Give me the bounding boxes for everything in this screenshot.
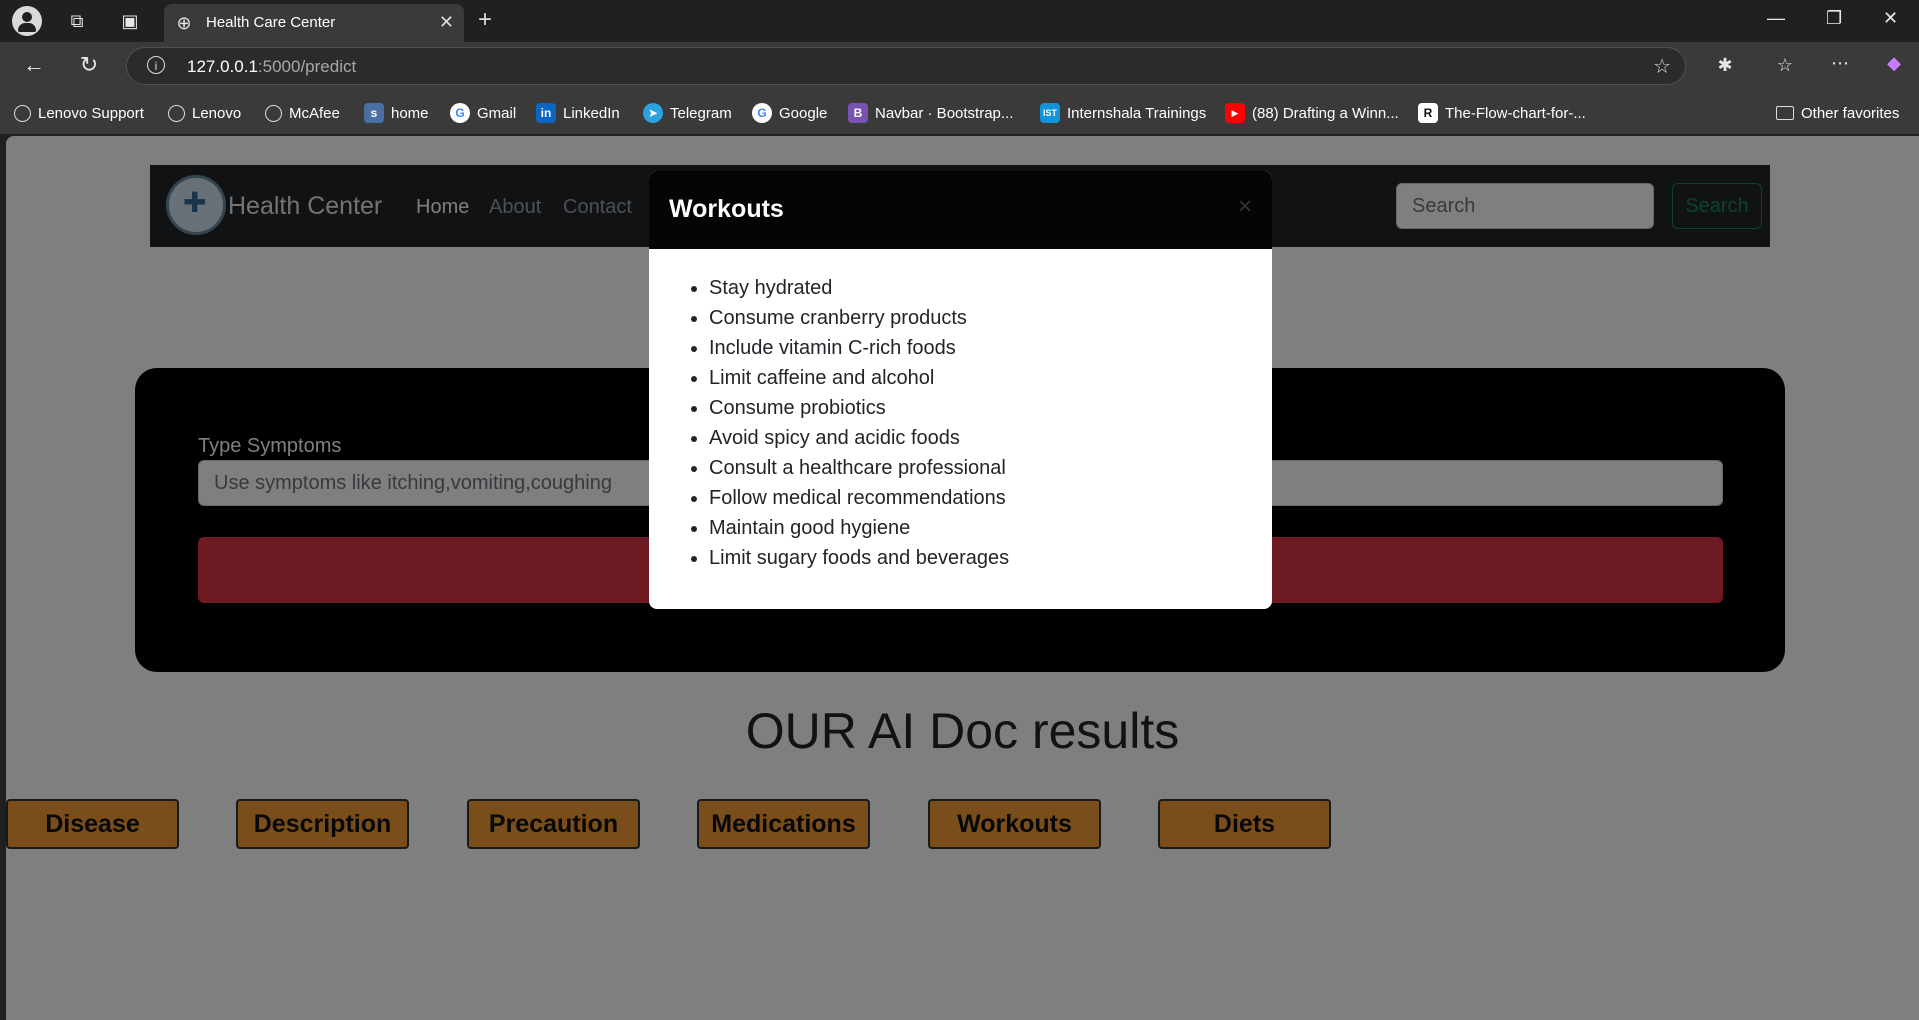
- bookmark-item[interactable]: in LinkedIn: [536, 103, 620, 123]
- new-tab-icon[interactable]: +: [478, 8, 492, 32]
- favorites-icon[interactable]: ☆: [1773, 54, 1797, 76]
- restore-icon[interactable]: ❐: [1826, 8, 1842, 29]
- modal-body: Stay hydrated Consume cranberry products…: [649, 249, 1272, 573]
- list-item: Follow medical recommendations: [709, 483, 1272, 513]
- profile-icon[interactable]: [12, 6, 42, 36]
- globe-icon: [14, 104, 31, 122]
- bootstrap-icon: B: [848, 103, 868, 123]
- list-item: Limit caffeine and alcohol: [709, 363, 1272, 393]
- bookmark-item[interactable]: Lenovo: [168, 103, 241, 123]
- tab-actions-icon[interactable]: ▣: [118, 10, 142, 32]
- workspaces-icon[interactable]: ⧉: [65, 10, 89, 32]
- list-item: Stay hydrated: [709, 273, 1272, 303]
- bookmark-item[interactable]: B Navbar · Bootstrap...: [848, 103, 1013, 123]
- modal-title: Workouts: [669, 195, 784, 223]
- extensions-icon[interactable]: ✱: [1713, 54, 1737, 76]
- close-window-icon[interactable]: ✕: [1883, 8, 1898, 29]
- home-favicon-icon: s: [364, 103, 384, 123]
- page-viewport: Health Center Home About Contact Search …: [6, 136, 1919, 1020]
- more-menu-icon[interactable]: ⋯: [1828, 52, 1852, 74]
- site-info-icon[interactable]: i: [147, 56, 165, 74]
- linkedin-icon: in: [536, 103, 556, 123]
- modal-header: Workouts ×: [649, 171, 1272, 249]
- favorite-star-icon[interactable]: ☆: [1653, 54, 1671, 79]
- workouts-modal: Workouts × Stay hydrated Consume cranber…: [649, 171, 1272, 609]
- globe-icon: ⊕: [176, 13, 192, 33]
- browser-toolbar: ← ↻ i 127.0.0.1:5000/predict ☆ ✱ ☆ ⋯ ◆: [0, 42, 1919, 92]
- telegram-icon: ➤: [643, 103, 663, 123]
- bookmark-item[interactable]: Lenovo Support: [14, 103, 144, 123]
- google-icon: G: [450, 103, 470, 123]
- reload-icon[interactable]: ↻: [77, 54, 101, 76]
- list-item: Include vitamin C-rich foods: [709, 333, 1272, 363]
- minimize-icon[interactable]: —: [1767, 8, 1785, 29]
- other-favorites[interactable]: Other favorites: [1776, 103, 1899, 123]
- r-icon: R: [1418, 103, 1438, 123]
- bookmark-item[interactable]: G Gmail: [450, 103, 516, 123]
- bookmark-item[interactable]: IST Internshala Trainings: [1040, 103, 1206, 123]
- address-bar[interactable]: i 127.0.0.1:5000/predict ☆: [126, 47, 1686, 85]
- bookmark-item[interactable]: G Google: [752, 103, 827, 123]
- list-item: Limit sugary foods and beverages: [709, 543, 1272, 573]
- list-item: Maintain good hygiene: [709, 513, 1272, 543]
- list-item: Avoid spicy and acidic foods: [709, 423, 1272, 453]
- copilot-icon[interactable]: ◆: [1882, 52, 1906, 74]
- list-item: Consult a healthcare professional: [709, 453, 1272, 483]
- list-item: Consume cranberry products: [709, 303, 1272, 333]
- globe-icon: [168, 104, 185, 122]
- tab-title: Health Care Center: [206, 14, 336, 31]
- browser-tab-bar: ⧉ ▣ ⊕ Health Care Center ✕ + — ❐ ✕: [0, 0, 1919, 42]
- bookmark-item[interactable]: ➤ Telegram: [643, 103, 732, 123]
- close-tab-icon[interactable]: ✕: [439, 12, 454, 33]
- back-icon[interactable]: ←: [22, 54, 46, 76]
- bookmarks-bar: Lenovo Support Lenovo McAfee s home G Gmai…: [0, 92, 1919, 134]
- internshala-icon: IST: [1040, 103, 1060, 123]
- bookmark-item[interactable]: ▶ (88) Drafting a Winn...: [1225, 103, 1399, 123]
- tab-health-care-center[interactable]: ⊕ Health Care Center ✕: [164, 4, 464, 42]
- bookmark-item[interactable]: McAfee: [265, 103, 340, 123]
- folder-icon: [1776, 106, 1794, 120]
- list-item: Consume probiotics: [709, 393, 1272, 423]
- workouts-list: Stay hydrated Consume cranberry products…: [649, 273, 1272, 573]
- modal-close-icon[interactable]: ×: [1238, 193, 1252, 221]
- bookmark-item[interactable]: s home: [364, 103, 429, 123]
- google-icon: G: [752, 103, 772, 123]
- youtube-icon: ▶: [1225, 103, 1245, 123]
- globe-icon: [265, 104, 282, 122]
- url-text: 127.0.0.1:5000/predict: [187, 57, 357, 76]
- bookmark-item[interactable]: R The-Flow-chart-for-...: [1418, 103, 1586, 123]
